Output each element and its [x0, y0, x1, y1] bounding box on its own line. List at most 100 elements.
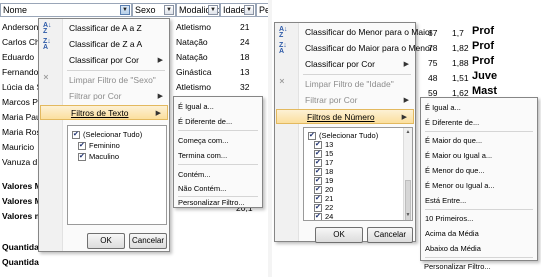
cancel-button[interactable]: Cancelar: [129, 233, 167, 249]
cell-name: Carlos Ch: [2, 37, 40, 47]
submenu-arrow-icon: ▶: [401, 114, 407, 121]
menu-clear-filter-label: Limpar Filtro de "Sexo": [69, 75, 156, 85]
menu-sort-a-z-label: Classificar de A a Z: [69, 23, 142, 33]
submenu-less-or-equal[interactable]: É Menor ou Igual a...: [425, 178, 533, 193]
cell-summary-label: Valores M: [2, 196, 42, 206]
cell-altura: 1,7: [452, 28, 464, 38]
cell-quantity-label: Quantida: [2, 257, 39, 267]
scroll-down-icon[interactable]: ▼: [404, 211, 412, 220]
menu-separator: [425, 131, 533, 132]
cell-name: Vanuza d: [2, 157, 38, 167]
filter-value-list[interactable]: (Selecionar Tudo) Feminino Maculino: [67, 125, 167, 225]
submenu-not-equals[interactable]: É Diferente de...: [178, 114, 258, 129]
cell-categoria: Juve: [472, 70, 498, 82]
submenu-top-10[interactable]: 10 Primeiros...: [425, 211, 533, 226]
text-filters-submenu: É Igual a... É Diferente de... Começa co…: [173, 96, 263, 208]
ok-button[interactable]: OK: [315, 227, 363, 243]
submenu-custom-filter[interactable]: Personalizar Filtro...: [178, 195, 258, 210]
menu-sort-by-color[interactable]: Classificar por Cor ▶: [39, 53, 169, 68]
menu-sort-descending[interactable]: Z↓ A Classificar do Maior para o Menor: [275, 41, 433, 56]
submenu-contains[interactable]: Contém...: [178, 167, 258, 182]
checkbox-option-label: Maculino: [89, 152, 120, 161]
submenu-less-than[interactable]: É Menor do que...: [425, 163, 533, 178]
checkbox-checked-icon: [314, 167, 322, 177]
checkbox-option-label: Feminino: [89, 141, 120, 150]
checkbox-checked-icon: [72, 130, 80, 140]
sort-ascending-icon: A↓ Z: [43, 22, 52, 35]
submenu-begins-with[interactable]: Começa com...: [178, 133, 258, 148]
checkbox-select-all-label: (Selecionar Tudo): [83, 130, 143, 139]
cell-categoria: Prof: [472, 25, 494, 37]
cell-quantity-label: Quantida: [2, 242, 39, 252]
menu-sort-ascending[interactable]: A↓ Z Classificar do Menor para o Maior: [275, 25, 433, 40]
sort-descending-icon: Z↓ A: [279, 42, 287, 55]
filter-dropdown-nome[interactable]: ▼: [120, 5, 130, 15]
header-idade: Idade ▼: [220, 3, 256, 17]
left-screenshot-panel: Nome ▼ Sexo ▼ Modalidade ▼ Idade ▼ Pe An…: [0, 0, 268, 277]
submenu-equals[interactable]: É Igual a...: [178, 99, 258, 114]
submenu-ends-with[interactable]: Termina com...: [178, 148, 258, 163]
menu-clear-filter[interactable]: ⨯ Limpar Filtro de "Idade": [275, 77, 415, 92]
menu-number-filters[interactable]: Filtros de Número ▶: [276, 109, 414, 124]
cell-name: Maria Pau: [2, 112, 41, 122]
checkbox-select-all[interactable]: (Selecionar Tudo): [72, 130, 142, 140]
cell-altura: 1,88: [452, 58, 469, 68]
menu-sort-by-color[interactable]: Classificar por Cor ▶: [275, 57, 415, 72]
menu-number-filters-label: Filtros de Número: [307, 112, 375, 122]
list-scrollbar[interactable]: ▲ ▼: [403, 128, 412, 220]
scroll-up-icon[interactable]: ▲: [404, 128, 412, 137]
header-nome: Nome ▼: [0, 3, 132, 17]
filter-dropdown-modalidade[interactable]: ▼: [208, 5, 218, 15]
cell-categoria: Prof: [472, 40, 494, 52]
menu-sort-a-z[interactable]: A↓ Z Classificar de A a Z: [39, 21, 169, 36]
checkbox-checked-icon: [308, 131, 316, 141]
checkbox-option[interactable]: Feminino: [78, 141, 120, 151]
autofilter-menu-sexo: A↓ Z Classificar de A a Z Z↓ A Classificar…: [38, 18, 170, 252]
clear-filter-icon: ⨯: [279, 78, 285, 85]
checkbox-checked-icon: [78, 152, 86, 162]
ok-button[interactable]: OK: [87, 233, 125, 249]
cell-idade: 18: [240, 52, 250, 62]
filter-dropdown-idade[interactable]: ▼: [244, 5, 254, 15]
header-idade-label: Idade: [223, 5, 246, 15]
header-row: Nome ▼ Sexo ▼ Modalidade ▼ Idade ▼ Pe: [0, 3, 268, 17]
header-modalidade: Modalidade ▼: [176, 3, 220, 17]
submenu-equals[interactable]: É Igual a...: [425, 100, 533, 115]
menu-text-filters[interactable]: Filtros de Texto ▶: [40, 105, 168, 120]
menu-clear-filter[interactable]: ⨯ Limpar Filtro de "Sexo": [39, 73, 169, 88]
submenu-below-average[interactable]: Abaixo da Média: [425, 241, 533, 256]
menu-filter-by-color[interactable]: Filtrar por Cor ▶: [39, 89, 169, 104]
menu-sort-by-color-label: Classificar por Cor: [69, 55, 139, 65]
checkbox-option[interactable]: Maculino: [78, 152, 119, 162]
cell-categoria: Mast: [472, 85, 498, 97]
submenu-arrow-icon: ▶: [403, 61, 409, 68]
submenu-not-contains[interactable]: Não Contém...: [178, 181, 258, 196]
filter-value-list[interactable]: (Selecionar Tudo) 13 15 17 18 19 20 21 2…: [303, 127, 413, 221]
menu-filter-by-color[interactable]: Filtrar por Cor ▶: [275, 93, 415, 108]
cell-idade: 21: [240, 22, 250, 32]
clear-filter-icon: ⨯: [43, 74, 49, 81]
cancel-button[interactable]: Cancelar: [367, 227, 413, 243]
submenu-not-equals[interactable]: É Diferente de...: [425, 115, 533, 130]
checkbox-option[interactable]: 24: [314, 212, 333, 220]
cell-modalidade: Natação: [176, 37, 208, 47]
submenu-arrow-icon: ▶: [157, 93, 163, 100]
checkbox-checked-icon: [314, 158, 322, 168]
menu-separator: [67, 70, 165, 71]
submenu-greater-or-equal[interactable]: É Maior ou Igual a...: [425, 148, 533, 163]
sort-ascending-icon: A↓ Z: [279, 26, 288, 39]
submenu-greater-than[interactable]: É Maior do que...: [425, 133, 533, 148]
cell-name: Marcos P: [2, 97, 38, 107]
cell-name: Anderson: [2, 22, 39, 32]
submenu-between[interactable]: Está Entre...: [425, 193, 533, 208]
menu-filter-by-color-label: Filtrar por Cor: [69, 91, 122, 101]
right-screenshot-panel: 67 1,7 Prof 78 1,82 Prof 75 1,88 Prof 48…: [272, 0, 541, 277]
submenu-above-average[interactable]: Acima da Média: [425, 226, 533, 241]
filter-dropdown-sexo[interactable]: ▼: [164, 5, 174, 15]
submenu-custom-filter[interactable]: Personalizar Filtro...: [424, 259, 534, 274]
cell-name: Maria Ros: [2, 127, 41, 137]
checkbox-checked-icon: [314, 149, 322, 159]
header-sexo-label: Sexo: [135, 5, 156, 15]
cell-name: Lúcia da S: [2, 82, 43, 92]
menu-sort-z-a[interactable]: Z↓ A Classificar de Z a A: [39, 37, 169, 52]
